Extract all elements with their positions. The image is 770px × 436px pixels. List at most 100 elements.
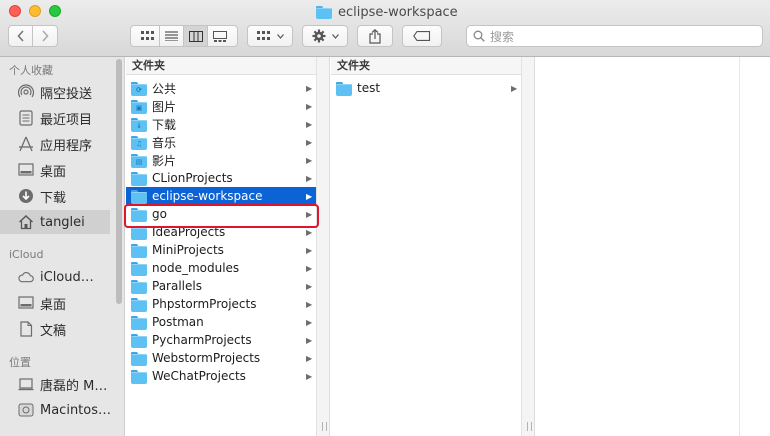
airdrop-icon — [18, 84, 34, 100]
back-button[interactable] — [9, 26, 33, 46]
folder-row[interactable]: ▤ 影片 ▶ — [126, 151, 316, 169]
sidebar-item-this-mac[interactable]: 唐磊的 M… — [0, 372, 110, 396]
column-2-resize-gutter[interactable]: || — [521, 57, 535, 436]
group-by-button[interactable] — [247, 25, 293, 47]
folder-icon: ♫ — [131, 135, 147, 150]
cloud-icon — [18, 269, 34, 285]
folder-name: test — [357, 81, 381, 95]
desktop-icon — [18, 295, 34, 311]
folder-icon: ▣ — [131, 99, 147, 114]
sidebar-item-label: Macintos… — [40, 402, 112, 418]
tag-icon — [413, 31, 431, 41]
folder-icon: ↓ — [131, 117, 147, 132]
column-view-button[interactable] — [184, 26, 208, 46]
sidebar-item-label: 应用程序 — [40, 138, 93, 154]
share-button[interactable] — [357, 25, 393, 47]
action-menu-button[interactable] — [302, 25, 348, 47]
folder-row[interactable]: test ▶ — [331, 79, 521, 97]
sidebar-item-macintosh-hd[interactable]: Macintos… — [0, 398, 112, 422]
chevron-down-icon — [276, 33, 284, 39]
folder-row[interactable]: ▣ 图片 ▶ — [126, 97, 316, 115]
sidebar-scrollbar[interactable] — [116, 59, 122, 304]
search-field[interactable]: 搜索 — [466, 25, 763, 47]
folder-row[interactable]: ♫ 音乐 ▶ — [126, 133, 316, 151]
folder-name: WebstormProjects — [152, 351, 261, 365]
search-placeholder: 搜索 — [490, 29, 515, 44]
sidebar-item-applications[interactable]: 应用程序 — [0, 132, 110, 156]
folder-icon — [131, 189, 147, 204]
column-4 — [740, 57, 770, 436]
disclosure-arrow-icon: ▶ — [306, 317, 313, 327]
window-title: eclipse-workspace — [316, 3, 458, 21]
folder-name: CLionProjects — [152, 171, 233, 185]
sidebar-item-documents[interactable]: 文稿 — [0, 317, 110, 341]
document-icon — [18, 321, 34, 337]
sidebar-item-icloud-drive[interactable]: iCloud… — [0, 265, 110, 289]
disclosure-arrow-icon: ▶ — [306, 353, 313, 363]
folder-icon: ⟳ — [131, 81, 147, 96]
minimize-window-button[interactable] — [29, 5, 41, 17]
folder-row[interactable]: WeChatProjects ▶ — [126, 367, 316, 385]
disclosure-arrow-icon: ▶ — [306, 281, 313, 291]
folder-row[interactable]: ↓ 下载 ▶ — [126, 115, 316, 133]
folder-icon — [131, 369, 147, 384]
folder-name: 公共 — [152, 81, 177, 96]
zoom-window-button[interactable] — [49, 5, 61, 17]
disclosure-arrow-icon: ▶ — [306, 371, 313, 381]
sidebar-item-label: 隔空投送 — [40, 86, 93, 102]
column-2: 文件夹 test ▶ — [331, 57, 521, 436]
column-resize-handle[interactable]: || — [321, 422, 329, 432]
share-icon — [369, 28, 381, 44]
column-header: 文件夹 — [126, 57, 316, 75]
sidebar-item-icloud-desktop[interactable]: 桌面 — [0, 291, 110, 315]
folder-badge-icon: ⟳ — [136, 85, 142, 94]
sidebar-item-label: 文稿 — [40, 323, 67, 339]
folder-row[interactable]: node_modules ▶ — [126, 259, 316, 277]
folder-icon — [131, 261, 147, 276]
sidebar-item-label: 下载 — [40, 190, 67, 206]
folder-row[interactable]: ⟳ 公共 ▶ — [126, 79, 316, 97]
disclosure-arrow-icon: ▶ — [306, 101, 313, 111]
folder-row[interactable]: Parallels ▶ — [126, 277, 316, 295]
chevron-right-icon — [42, 30, 49, 42]
chevron-left-icon — [16, 30, 24, 42]
sidebar-item-label: 最近项目 — [40, 112, 93, 128]
columns-icon — [188, 30, 203, 42]
navigation-buttons — [8, 25, 58, 47]
list-view-button[interactable] — [160, 26, 184, 46]
column-1-resize-gutter[interactable]: || — [316, 57, 330, 436]
gallery-view-button[interactable] — [208, 26, 232, 46]
sidebar-item-airdrop[interactable]: 隔空投送 — [0, 80, 110, 104]
downloads-icon — [18, 188, 34, 204]
disk-icon — [18, 402, 34, 418]
folder-row[interactable]: CLionProjects ▶ — [126, 169, 316, 187]
sidebar-item-home[interactable]: tanglei — [0, 210, 110, 234]
folder-row[interactable]: MiniProjects ▶ — [126, 241, 316, 259]
sidebar-item-desktop[interactable]: 桌面 — [0, 158, 110, 182]
icon-view-button[interactable] — [136, 26, 160, 46]
folder-row[interactable]: PhpstormProjects ▶ — [126, 295, 316, 313]
folder-row[interactable]: WebstormProjects ▶ — [126, 349, 316, 367]
sidebar-item-downloads[interactable]: 下载 — [0, 184, 110, 208]
sidebar-item-label: 桌面 — [40, 297, 67, 313]
folder-name: PhpstormProjects — [152, 297, 257, 311]
folder-icon — [131, 333, 147, 348]
forward-button[interactable] — [33, 26, 57, 46]
close-window-button[interactable] — [9, 5, 21, 17]
disclosure-arrow-icon: ▶ — [306, 119, 313, 129]
tags-button[interactable] — [402, 25, 442, 47]
folder-name: Postman — [152, 315, 204, 329]
column-3 — [536, 57, 740, 436]
chevron-down-icon — [331, 33, 339, 39]
disclosure-arrow-icon: ▶ — [306, 191, 313, 201]
gear-icon — [312, 29, 325, 43]
sidebar-item-recents[interactable]: 最近项目 — [0, 106, 110, 130]
disclosure-arrow-icon: ▶ — [306, 155, 313, 165]
disclosure-arrow-icon: ▶ — [306, 83, 313, 93]
locations-header: 位置 — [9, 356, 31, 369]
applications-icon — [18, 136, 34, 152]
folder-row[interactable]: Postman ▶ — [126, 313, 316, 331]
folder-row[interactable]: PycharmProjects ▶ — [126, 331, 316, 349]
folder-row[interactable]: eclipse-workspace ▶ — [126, 187, 316, 205]
column-resize-handle[interactable]: || — [526, 422, 534, 432]
